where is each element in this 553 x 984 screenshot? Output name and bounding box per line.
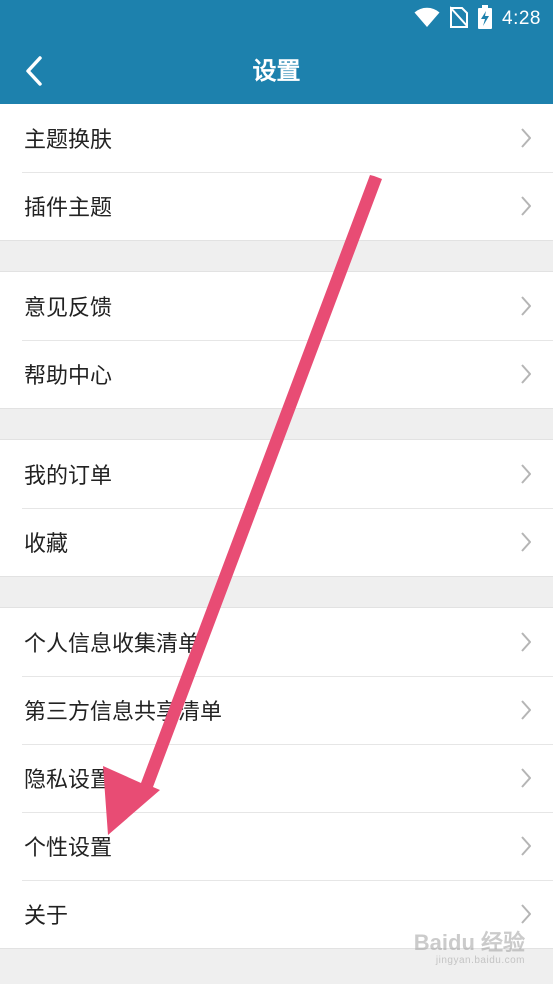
app-bar: 设置 [0,38,553,104]
settings-group-support: 意见反馈 帮助中心 [0,271,553,409]
settings-item-label: 个性设置 [24,836,113,861]
chevron-right-icon [521,296,531,316]
chevron-right-icon [521,128,531,148]
settings-item-label: 个人信息收集清单 [24,632,201,657]
settings-item-label: 关于 [24,904,69,929]
settings-group-account: 我的订单 收藏 [0,439,553,577]
battery-charging-icon [478,5,493,33]
settings-list: 主题换肤 插件主题 意见反馈 帮助中心 我的订单 收藏 个人信息收集清单 第三方… [0,104,553,949]
watermark: Baidu 经验 jingyan.baidu.com [414,932,525,966]
chevron-left-icon [26,56,42,86]
chevron-right-icon [521,904,531,924]
wifi-icon [414,6,440,32]
watermark-brand: Baidu 经验 [413,930,525,955]
chevron-right-icon [521,464,531,484]
settings-item-favorites[interactable]: 收藏 [0,508,553,576]
settings-item-label: 意见反馈 [24,296,113,321]
status-icons: 4:28 [414,0,541,38]
group-separator [0,241,553,271]
back-button[interactable] [12,47,56,95]
status-bar: 4:28 [0,0,553,38]
settings-item-my-orders[interactable]: 我的订单 [0,440,553,508]
settings-item-plugin-theme[interactable]: 插件主题 [0,172,553,240]
settings-item-personalization[interactable]: 个性设置 [0,812,553,880]
no-sim-icon [449,6,469,32]
chevron-right-icon [521,836,531,856]
settings-item-label: 第三方信息共享清单 [24,700,223,725]
settings-item-help-center[interactable]: 帮助中心 [0,340,553,408]
settings-group-privacy: 个人信息收集清单 第三方信息共享清单 隐私设置 个性设置 关于 [0,607,553,949]
settings-item-label: 我的订单 [24,464,113,489]
settings-item-privacy-settings[interactable]: 隐私设置 [0,744,553,812]
chevron-right-icon [521,196,531,216]
status-time: 4:28 [502,8,541,29]
settings-item-label: 帮助中心 [24,364,113,389]
chevron-right-icon [521,532,531,552]
page-title: 设置 [252,57,301,85]
settings-item-third-party-sharing-list[interactable]: 第三方信息共享清单 [0,676,553,744]
chevron-right-icon [521,768,531,788]
settings-group-theme: 主题换肤 插件主题 [0,104,553,241]
chevron-right-icon [521,364,531,384]
settings-item-feedback[interactable]: 意见反馈 [0,272,553,340]
settings-item-theme-skin[interactable]: 主题换肤 [0,104,553,172]
chevron-right-icon [521,632,531,652]
settings-item-personal-info-list[interactable]: 个人信息收集清单 [0,608,553,676]
settings-item-label: 主题换肤 [24,128,113,153]
settings-item-label: 隐私设置 [24,768,113,793]
chevron-right-icon [521,700,531,720]
settings-item-label: 收藏 [24,532,69,557]
group-separator [0,577,553,607]
group-separator [0,409,553,439]
settings-item-label: 插件主题 [24,196,113,221]
watermark-url: jingyan.baidu.com [435,955,525,966]
